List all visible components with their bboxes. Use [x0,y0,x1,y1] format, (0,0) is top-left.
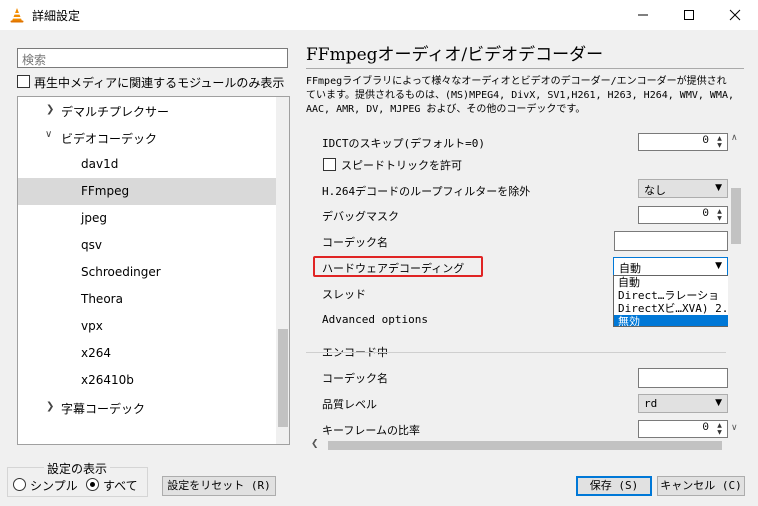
codec-name-label: コーデック名 [322,236,388,249]
speed-trick-checkbox[interactable] [323,158,336,171]
codec-name-input[interactable] [614,231,728,251]
highlight-annotation [313,256,483,277]
scroll-down-icon[interactable]: ∨ [731,423,738,433]
tree-item-theora[interactable]: Theora [18,286,276,313]
vlc-cone-icon [10,8,24,23]
search-input[interactable]: 検索 [17,48,288,68]
settings-tree[interactable]: ❯ デマルチプレクサー ∨ ビデオコーデック dav1d FFmpeg jpeg… [17,96,290,445]
settings-hscroll-thumb[interactable] [328,441,722,450]
maximize-button[interactable] [666,0,712,30]
dropdown-option-auto[interactable]: 自動 [614,276,729,289]
stepper-arrows-icon[interactable]: ▲ ▼ [713,208,726,222]
settings-horizontal-scrollbar[interactable]: ❮ [306,438,728,453]
tree-item-ffmpeg[interactable]: FFmpeg [18,178,276,205]
tree-scrollbar[interactable] [276,97,289,444]
stepper-arrows-icon[interactable]: ▲ ▼ [713,422,726,436]
filter-checkbox[interactable] [17,75,30,88]
module-description: FFmpegライブラリによって様々なオーディオとビデオのデコーダー/エンコーダー… [306,76,734,115]
minimize-icon [638,14,648,16]
simple-radio[interactable] [13,478,26,491]
scroll-left-icon[interactable]: ❮ [311,439,319,449]
hw-decoding-dropdown[interactable]: 自動 Direct…ラレーショ DirectXビ…XVA) 2.0 無効 [613,275,730,327]
title-divider [306,68,744,69]
tree-item-x264[interactable]: x264 [18,340,276,367]
close-icon [729,9,741,21]
idct-skip-label: IDCTのスキップ(デフォルト=0) [322,137,485,150]
minimize-button[interactable] [620,0,666,30]
enc-codec-name-label: コーデック名 [322,372,388,385]
simple-radio-label: シンプル [30,479,78,493]
tree-item-dav1d[interactable]: dav1d [18,151,276,178]
idct-skip-stepper[interactable]: 0 ▲ ▼ [638,133,728,151]
debug-mask-stepper[interactable]: 0 ▲ ▼ [638,206,728,224]
keyframe-ratio-label: キーフレームの比率 [322,424,421,437]
chevron-right-icon[interactable]: ❯ [46,401,54,412]
keyframe-ratio-stepper[interactable]: 0 ▲ ▼ [638,420,728,438]
reset-settings-button[interactable]: 設定をリセット (R) [162,476,276,496]
cancel-button[interactable]: キャンセル (C) [657,476,745,496]
settings-scrollbar-thumb[interactable] [731,188,741,244]
filter-checkbox-label: 再生中メディアに関連するモジュールのみ表示 [34,76,285,90]
chevron-right-icon[interactable]: ❯ [46,104,54,115]
tree-item-vpx[interactable]: vpx [18,313,276,340]
stepper-arrows-icon[interactable]: ▲ ▼ [713,135,726,149]
tree-item-subtitle-codec[interactable]: ❯ 字幕コーデック [18,394,276,421]
h264-loop-filter-select[interactable]: なし ▼ [638,179,728,198]
chevron-down-icon[interactable]: ∨ [45,129,52,140]
all-radio[interactable] [86,478,99,491]
quality-level-label: 品質レベル [322,398,377,411]
window-title: 詳細設定 [32,9,81,23]
show-settings-label: 設定の表示 [44,460,111,477]
maximize-icon [684,10,694,20]
tree-item-schroedinger[interactable]: Schroedinger [18,259,276,286]
tree-item-video-codec[interactable]: ∨ ビデオコーデック [18,124,276,151]
title-bar: 詳細設定 [0,0,758,30]
save-button[interactable]: 保存 (S) [576,476,652,496]
all-radio-label: すべて [103,479,138,493]
tree-scrollbar-thumb[interactable] [278,329,288,427]
dropdown-option-dxva2[interactable]: DirectXビ…XVA) 2.0 [614,302,729,315]
tree-item-demux[interactable]: ❯ デマルチプレクサー [18,97,276,124]
threads-label: スレッド [322,288,366,301]
close-button[interactable] [712,0,758,30]
tree-item-jpeg[interactable]: jpeg [18,205,276,232]
tree-item-qsv[interactable]: qsv [18,232,276,259]
quality-level-select[interactable]: rd ▼ [638,394,728,413]
dropdown-option-direct3d[interactable]: Direct…ラレーショ [614,289,729,302]
debug-mask-label: デバッグマスク [322,210,399,223]
tree-item-x26410b[interactable]: x26410b [18,367,276,394]
chevron-down-icon: ▼ [715,261,722,271]
enc-codec-name-input[interactable] [638,368,728,388]
settings-vertical-scrollbar[interactable]: ∧ ∨ [728,133,744,438]
encoding-group-border [306,352,726,353]
speed-trick-label: スピードトリックを許可 [341,159,462,172]
chevron-down-icon: ▼ [715,183,722,193]
page-title: FFmpegオーディオ/ビデオデコーダー [306,45,604,65]
advanced-options-label: Advanced options [322,313,428,326]
scroll-up-icon[interactable]: ∧ [731,133,738,143]
hw-decoding-select[interactable]: 自動 ▼ [613,257,728,276]
h264-loop-filter-label: H.264デコードのループフィルターを除外 [322,185,531,198]
dropdown-option-disabled[interactable]: 無効 [614,315,729,326]
chevron-down-icon: ▼ [715,398,722,408]
